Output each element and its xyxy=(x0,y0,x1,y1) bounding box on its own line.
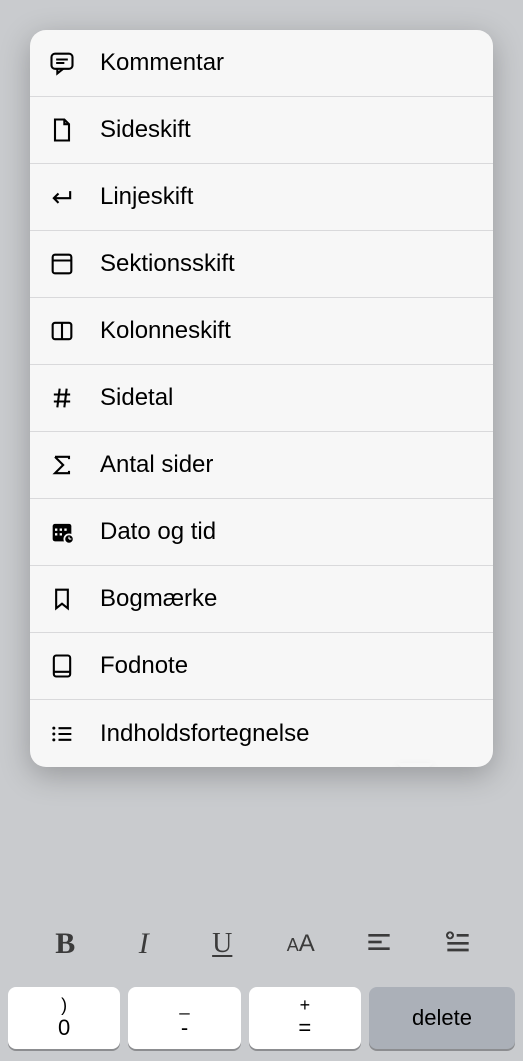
menu-label: Sektionsskift xyxy=(100,250,235,278)
insert-icon xyxy=(442,926,474,963)
menu-label: Kommentar xyxy=(100,49,224,77)
bold-icon: B xyxy=(55,927,75,961)
underline-button[interactable]: U xyxy=(192,919,252,969)
menu-item-comment[interactable]: Kommentar xyxy=(30,30,493,97)
menu-item-bookmark[interactable]: Bogmærke xyxy=(30,566,493,633)
font-size-icon: AA xyxy=(287,930,315,958)
menu-item-column-break[interactable]: Kolonneskift xyxy=(30,298,493,365)
sigma-icon xyxy=(46,449,78,481)
footnote-icon xyxy=(46,650,78,682)
bookmark-icon xyxy=(46,583,78,615)
menu-label: Fodnote xyxy=(100,652,188,680)
menu-item-page-count[interactable]: Antal sider xyxy=(30,432,493,499)
align-button[interactable] xyxy=(349,919,409,969)
bold-button[interactable]: B xyxy=(35,919,95,969)
menu-item-date-time[interactable]: Dato og tid xyxy=(30,499,493,566)
menu-label: Bogmærke xyxy=(100,585,217,613)
underline-icon: U xyxy=(212,928,232,960)
menu-label: Antal sider xyxy=(100,451,213,479)
align-icon xyxy=(363,926,395,963)
comment-icon xyxy=(46,47,78,79)
italic-icon: I xyxy=(139,927,149,961)
menu-label: Indholdsfortegnelse xyxy=(100,720,309,748)
menu-label: Dato og tid xyxy=(100,518,216,546)
key-delete[interactable]: delete xyxy=(369,987,515,1049)
key-equals[interactable]: + = xyxy=(249,987,361,1049)
insert-menu-popover: Kommentar Sideskift Linjeskift Sektionss… xyxy=(30,30,493,767)
line-break-icon xyxy=(46,181,78,213)
menu-label: Sidetal xyxy=(100,384,173,412)
insert-button[interactable] xyxy=(428,919,488,969)
menu-item-page-break[interactable]: Sideskift xyxy=(30,97,493,164)
keyboard-row: ) 0 _ - + = delete xyxy=(0,983,523,1061)
column-break-icon xyxy=(46,315,78,347)
menu-label: Sideskift xyxy=(100,116,191,144)
key-minus[interactable]: _ - xyxy=(128,987,240,1049)
menu-item-footnote[interactable]: Fodnote xyxy=(30,633,493,700)
calendar-icon xyxy=(46,516,78,548)
hash-icon xyxy=(46,382,78,414)
key-0[interactable]: ) 0 xyxy=(8,987,120,1049)
format-toolbar: B I U AA xyxy=(0,909,523,983)
menu-item-toc[interactable]: Indholdsfortegnelse xyxy=(30,700,493,767)
menu-label: Kolonneskift xyxy=(100,317,231,345)
menu-item-page-number[interactable]: Sidetal xyxy=(30,365,493,432)
italic-button[interactable]: I xyxy=(114,919,174,969)
page-break-icon xyxy=(46,114,78,146)
menu-item-section-break[interactable]: Sektionsskift xyxy=(30,231,493,298)
menu-label: Linjeskift xyxy=(100,183,193,211)
toc-icon xyxy=(46,718,78,750)
menu-item-line-break[interactable]: Linjeskift xyxy=(30,164,493,231)
font-size-button[interactable]: AA xyxy=(271,919,331,969)
section-break-icon xyxy=(46,248,78,280)
